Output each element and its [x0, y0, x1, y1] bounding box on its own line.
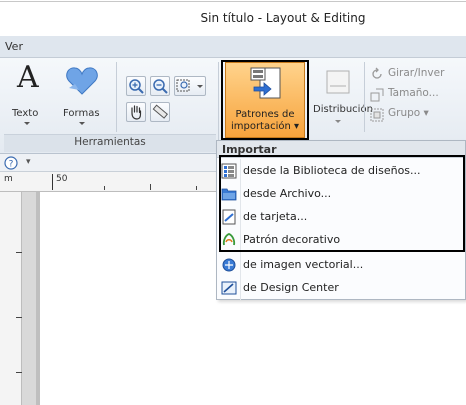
- formas-button[interactable]: Formas: [56, 62, 108, 132]
- herramientas-group-label: Herramientas: [74, 136, 146, 148]
- svg-text:?: ?: [9, 160, 14, 170]
- zoom-in-icon: [129, 79, 144, 94]
- menu-ver[interactable]: Ver: [5, 40, 23, 53]
- heart-shape-icon: [66, 67, 98, 95]
- hand-pan-icon: [131, 105, 142, 120]
- vector-image-icon: [222, 258, 236, 272]
- group-icon: [370, 108, 384, 122]
- menu-item-label: de imagen vectorial...: [243, 258, 364, 271]
- formas-label: Formas: [63, 108, 100, 119]
- distribution-icon: [326, 70, 350, 94]
- menu-bar: Ver: [0, 36, 466, 58]
- ruler-tick: [150, 184, 151, 190]
- pan-button[interactable]: [126, 102, 146, 122]
- ribbon-separator: [364, 62, 365, 132]
- zoom-in-button[interactable]: [126, 76, 146, 96]
- measure-button[interactable]: [150, 102, 170, 122]
- help-icon[interactable]: ?: [4, 156, 18, 170]
- title-bar: Sin título - Layout & Editing: [0, 0, 466, 36]
- menu-item-label: de Design Center: [243, 281, 339, 294]
- texto-dropdown-arrow-icon: [24, 122, 30, 125]
- ribbon-separator: [218, 62, 219, 152]
- import-button-highlight: [221, 60, 309, 140]
- window-title: Sin título - Layout & Editing: [200, 11, 366, 25]
- zoom-fit-icon: [176, 79, 190, 92]
- grupo-button[interactable]: Grupo ▾: [368, 106, 466, 124]
- zoom-dropdown-arrow-icon: [197, 85, 203, 88]
- ruler-mark-label: 50: [56, 174, 68, 184]
- menu-item-imagen-vectorial[interactable]: de imagen vectorial...: [217, 254, 465, 276]
- ruler-origin-line: [52, 174, 53, 190]
- ruler-unit-label: m: [4, 174, 13, 184]
- girar-label: Girar/Inver: [388, 67, 445, 79]
- menu-items-highlight: [219, 155, 465, 252]
- texto-label: Texto: [12, 108, 39, 119]
- ribbon-separator: [116, 62, 117, 132]
- ruler-measure-icon: [152, 104, 168, 119]
- texto-button[interactable]: A Texto: [8, 60, 48, 132]
- qat-customize-icon[interactable]: ▾: [26, 157, 31, 167]
- distribucion-dropdown-arrow-icon: [335, 120, 341, 123]
- grupo-label: Grupo ▾: [388, 107, 429, 119]
- rotate-icon: [372, 67, 382, 79]
- zoom-out-button[interactable]: [150, 76, 170, 96]
- girar-button[interactable]: Girar/Inver: [368, 66, 466, 84]
- design-center-icon: [221, 281, 237, 295]
- resize-icon: [370, 88, 384, 102]
- canvas-page-edge: [36, 192, 40, 405]
- ruler-tick: [196, 186, 197, 190]
- ruler-tick: [104, 186, 105, 190]
- vertical-ruler: [0, 192, 22, 405]
- tamano-label: Tamaño...: [388, 87, 439, 99]
- distribucion-button[interactable]: Distribución: [312, 64, 373, 134]
- tamano-button[interactable]: Tamaño...: [368, 86, 466, 104]
- text-icon: A: [17, 60, 39, 95]
- canvas-margin: [22, 192, 36, 405]
- zoom-out-icon: [153, 79, 168, 94]
- menu-item-design-center[interactable]: de Design Center: [217, 277, 465, 299]
- title-bar-border: [0, 1, 466, 2]
- zoom-fit-button[interactable]: [174, 76, 206, 96]
- formas-dropdown-arrow-icon: [79, 122, 85, 125]
